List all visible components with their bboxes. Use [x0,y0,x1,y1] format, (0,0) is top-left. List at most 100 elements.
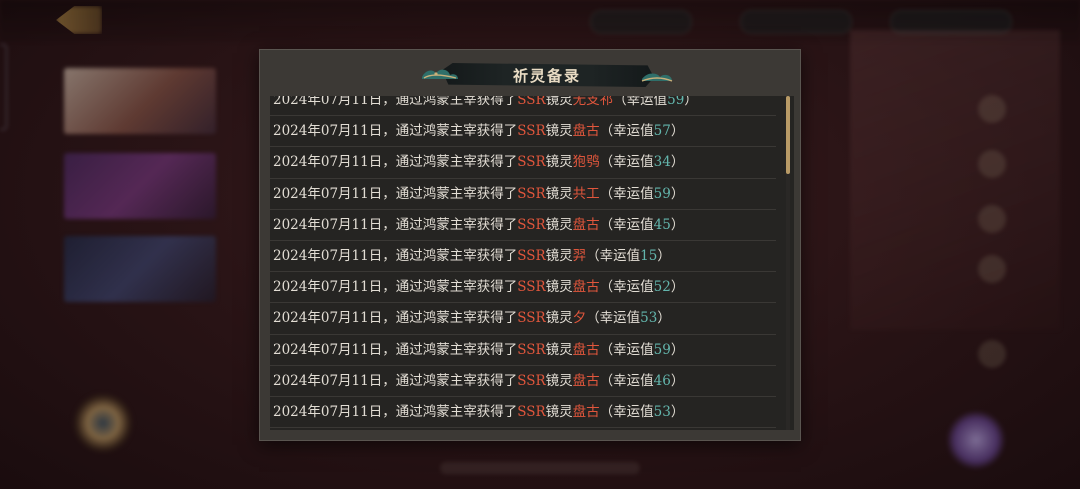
spirit-name: 羿 [572,247,587,264]
record-row: 2024年07月11日，通过鸿蒙主宰获得了SSR镜灵盘古（幸运值59） [270,335,776,366]
spirit-name: 无支祁 [572,96,614,108]
record-type: 镜灵 [545,372,573,389]
record-list-content: 2024年07月11日，通过鸿蒙主宰获得了SSR镜灵无支祁（幸运值59） 2024… [270,96,776,429]
luck-close: ） [657,310,671,327]
luck-close: ） [670,154,685,171]
luck-close: ） [670,123,685,140]
luck-value: 15 [640,247,658,264]
record-list-scrollbar[interactable] [786,96,790,430]
spirit-name: 盘古 [572,403,600,420]
background-banner-card-1 [64,68,216,134]
rarity-label: SSR [517,123,546,140]
record-row: 2024年07月11日，通过鸿蒙主宰获得了SSR镜灵盘古（幸运值46） [270,366,776,397]
record-type: 镜灵 [545,216,573,233]
record-row: 2024年07月11日，通过鸿蒙主宰获得了SSR镜灵无支祁（幸运值59） [270,96,776,117]
record-text: 2024年07月11日，通过鸿蒙主宰获得了 [273,341,518,358]
record-text: 2024年07月11日，通过鸿蒙主宰获得了 [273,96,518,108]
rarity-label: SSR [517,247,546,264]
background-bottom-text [440,462,640,474]
luck-close: ） [684,96,698,108]
record-type: 镜灵 [545,185,573,202]
record-list[interactable]: 2024年07月11日，通过鸿蒙主宰获得了SSR镜灵无支祁（幸运值59） 2024… [270,96,794,430]
luck-value: 53 [653,403,671,420]
background-right-icon-2 [978,150,1006,178]
background-banner-card-2 [64,153,216,219]
luck-label: （幸运值 [599,341,654,358]
luck-close: ） [670,403,685,420]
luck-close: ） [670,216,685,233]
spirit-name: 盘古 [572,341,600,358]
luck-label: （幸运值 [599,279,654,296]
luck-value: 57 [653,123,671,140]
luck-close: ） [670,185,685,202]
spirit-name: 夕 [572,310,587,327]
cloud-ornament-left-icon [422,69,458,79]
record-text: 2024年07月11日，通过鸿蒙主宰获得了 [273,123,518,140]
record-row: 2024年07月11日，通过鸿蒙主宰获得了SSR镜灵盘古（幸运值52） [270,272,776,304]
luck-value: 52 [653,279,671,296]
background-right-icon-3 [978,205,1006,233]
luck-label: （幸运值 [599,216,654,233]
spirit-name: 盘古 [572,123,600,140]
record-type: 镜灵 [545,154,573,171]
record-row: 2024年07月11日，通过鸿蒙主宰获得了SSR镜灵共工（幸运值59） [270,179,776,210]
rarity-label: SSR [517,185,546,202]
background-currency-1 [590,10,692,34]
spirit-name: 共工 [572,185,600,202]
luck-value: 34 [653,154,671,171]
luck-label: （幸运值 [586,310,641,327]
record-row: 2024年07月11日，通过鸿蒙主宰获得了SSR镜灵盘古（幸运值57） [270,116,776,148]
rarity-label: SSR [517,372,546,389]
record-row: 2024年07月11日，通过鸿蒙主宰获得了SSR镜灵狍鸮（幸运值34） [270,147,776,179]
luck-value: 45 [653,216,671,233]
dialog-title-ribbon: 祈灵备录 [420,59,673,91]
luck-close: ） [670,279,685,296]
spirit-name: 狍鸮 [572,154,600,171]
record-text: 2024年07月11日，通过鸿蒙主宰获得了 [273,372,518,389]
record-text: 2024年07月11日，通过鸿蒙主宰获得了 [273,185,518,202]
scrollbar-thumb[interactable] [786,96,790,174]
luck-close: ） [670,372,685,389]
luck-value: 46 [653,372,671,389]
record-text: 2024年07月11日，通过鸿蒙主宰获得了 [273,216,518,233]
background-right-panel [850,30,1060,330]
luck-label: （幸运值 [599,372,654,389]
background-left-edge-tab [0,44,7,130]
luck-value: 59 [667,96,685,108]
record-text: 2024年07月11日，通过鸿蒙主宰获得了 [273,310,518,327]
rarity-label: SSR [517,403,546,420]
dialog-title: 祈灵备录 [512,67,581,85]
record-text: 2024年07月11日，通过鸿蒙主宰获得了 [273,279,518,296]
luck-label: （幸运值 [613,96,668,108]
rarity-label: SSR [517,154,546,171]
luck-close: ） [670,341,685,358]
background-crystal-icon [946,410,1006,470]
record-row: 2024年07月11日，通过鸿蒙主宰获得了SSR镜灵盘古（幸运值45） [270,210,776,241]
background-right-icon-4 [978,255,1006,283]
screen: 祈灵备录 2024年07月11日，通过鸿蒙主宰获得了SSR镜灵无支祁（幸运值59… [0,0,1080,489]
record-type: 镜灵 [545,403,573,420]
rarity-label: SSR [517,216,546,233]
rarity-label: SSR [517,310,546,327]
spirit-name: 盘古 [572,372,600,389]
record-text: 2024年07月11日，通过鸿蒙主宰获得了 [273,154,518,171]
luck-value: 59 [653,341,671,358]
background-right-icon-5 [978,340,1006,368]
background-right-icon-1 [978,95,1006,123]
background-banner-card-3 [64,236,216,302]
rarity-label: SSR [517,279,546,296]
record-row: 2024年07月11日，通过鸿蒙主宰获得了SSR镜灵羿（幸运值15） [270,241,776,273]
spirit-name: 盘古 [572,279,600,296]
record-type: 镜灵 [545,123,573,140]
rarity-label: SSR [517,341,546,358]
record-type: 镜灵 [545,279,573,296]
background-currency-2 [740,10,852,34]
luck-label: （幸运值 [599,403,654,420]
record-type: 镜灵 [545,341,573,358]
luck-value: 53 [640,310,658,327]
record-text: 2024年07月11日，通过鸿蒙主宰获得了 [273,403,518,420]
luck-value: 59 [653,185,671,202]
record-type: 镜灵 [545,310,573,327]
record-type: 镜灵 [545,96,573,108]
luck-close: ） [657,247,671,264]
